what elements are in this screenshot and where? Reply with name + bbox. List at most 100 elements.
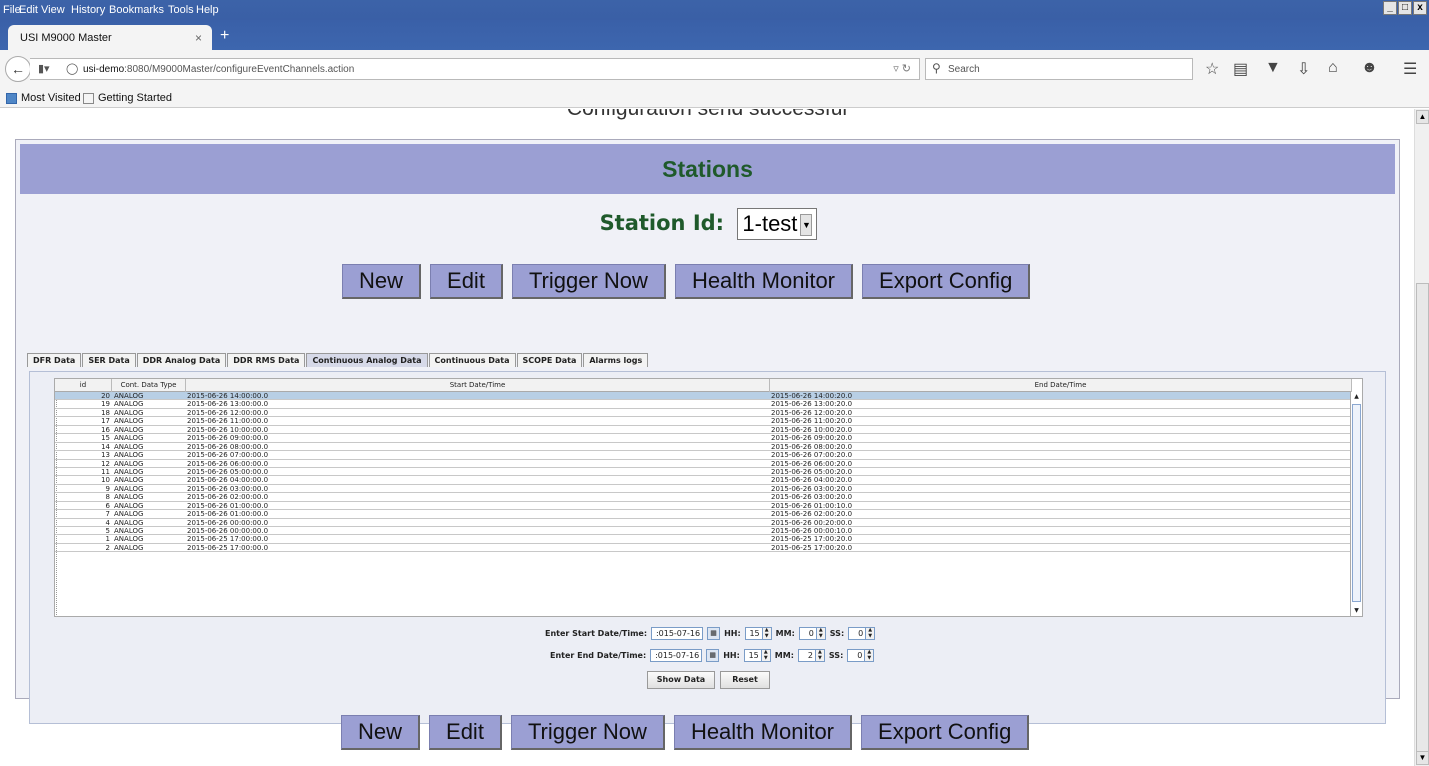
scroll-thumb[interactable] [1416, 283, 1429, 753]
edit-button[interactable]: Edit [430, 264, 503, 299]
spinner-icon[interactable]: ▲ ▼ [814, 649, 825, 662]
table-row[interactable]: 6 ANALOG 2015-06-26 01:00:00.0 2015-06-26 0… [55, 502, 1352, 511]
health-monitor-button[interactable]: Health Monitor [674, 264, 854, 299]
column-header-type[interactable]: Cont. Data Type [112, 379, 186, 392]
minimize-button[interactable]: _ [1383, 1, 1397, 15]
station-id-select[interactable]: 1-test ▼ [737, 208, 818, 240]
table-row[interactable]: 16 ANALOG 2015-06-26 10:00:00.0 2015-06-26 … [55, 426, 1352, 435]
column-header-start[interactable]: Start Date/Time [186, 379, 770, 392]
spinner-icon[interactable]: ▲ ▼ [864, 649, 875, 662]
table-header: id Cont. Data Type Start Date/Time End D… [55, 379, 1352, 392]
home-icon[interactable]: ⌂ [1328, 59, 1338, 77]
url-bar[interactable]: ▮▾ ◯ usi-demo:8080/M9000Master/configure… [30, 58, 920, 80]
search-box[interactable]: ⚲ Search [925, 58, 1193, 80]
table-row[interactable]: 18 ANALOG 2015-06-26 12:00:00.0 2015-06-26 … [55, 409, 1352, 418]
tab-ddr-rms-data[interactable]: DDR RMS Data [227, 353, 306, 367]
table-row[interactable]: 4 ANALOG 2015-06-26 00:00:00.0 2015-06-26 0… [55, 519, 1352, 527]
end-ss-input[interactable]: 0 [847, 649, 866, 662]
table-row[interactable]: 10 ANALOG 2015-06-26 04:00:00.0 2015-06-26 … [55, 476, 1352, 485]
export-config-button[interactable]: Export Config [862, 264, 1031, 299]
table-row[interactable]: 5 ANALOG 2015-06-26 00:00:00.0 2015-06-26 0… [55, 527, 1352, 536]
stations-panel: Stations Station Id: 1-test ▼ New Edit Tr… [15, 139, 1400, 724]
start-hh-input[interactable]: 15 [744, 627, 763, 640]
menu-bookmarks[interactable]: Bookmarks [109, 4, 164, 16]
table-row[interactable]: 7 ANALOG 2015-06-26 01:00:00.0 2015-06-26 0… [55, 510, 1352, 519]
globe-icon[interactable]: ◯ [66, 62, 78, 75]
start-mm-input[interactable]: 0 [798, 627, 817, 640]
reader-icon[interactable]: ▮▾ [38, 62, 50, 75]
table-row[interactable]: 12 ANALOG 2015-06-26 06:00:00.0 2015-06-26 … [55, 460, 1352, 468]
reload-icon[interactable]: ▿ ↻ [893, 62, 911, 75]
table-row[interactable]: 11 ANALOG 2015-06-26 05:00:00.0 2015-06-26 … [55, 468, 1352, 477]
tab-alarms-logs[interactable]: Alarms logs [583, 353, 649, 367]
table-row[interactable]: 20 ANALOG 2015-06-26 14:00:00.0 2015-06-26 … [55, 392, 1352, 401]
new-tab-button[interactable]: + [220, 28, 229, 44]
table-row[interactable]: 14 ANALOG 2015-06-26 08:00:00.0 2015-06-26 … [55, 443, 1352, 452]
health-monitor-button[interactable]: Health Monitor [673, 715, 853, 750]
new-button[interactable]: New [341, 715, 421, 750]
table-row[interactable]: 17 ANALOG 2015-06-26 11:00:00.0 2015-06-26 … [55, 417, 1352, 426]
tab-close-icon[interactable]: × [195, 31, 202, 45]
download-icon[interactable]: ⇩ [1297, 59, 1310, 79]
table-scrollbar[interactable]: ▲ ▼ [1350, 392, 1362, 616]
spinner-icon[interactable]: ▲ ▼ [815, 627, 826, 640]
scroll-up-icon[interactable]: ▲ [1416, 110, 1429, 124]
tab-dfr-data[interactable]: DFR Data [27, 353, 82, 367]
show-data-button[interactable]: Show Data [647, 671, 715, 689]
close-window-button[interactable]: x [1413, 1, 1427, 15]
column-header-end[interactable]: End Date/Time [770, 379, 1352, 392]
tab-continuous-analog-data[interactable]: Continuous Analog Data [306, 353, 428, 367]
table-row[interactable]: 2 ANALOG 2015-06-25 17:00:00.0 2015-06-25 1… [55, 544, 1352, 553]
trigger-now-button[interactable]: Trigger Now [511, 264, 666, 299]
bookmark-most-visited[interactable]: Most Visited [6, 92, 81, 104]
station-id-value: 1-test [742, 211, 798, 236]
export-config-button[interactable]: Export Config [861, 715, 1030, 750]
back-button[interactable]: ← [5, 56, 31, 82]
end-ss-label: SS: [828, 651, 844, 660]
menu-edit[interactable]: Edit [19, 4, 38, 16]
new-button[interactable]: New [342, 264, 422, 299]
calendar-icon[interactable]: ▦ [707, 627, 721, 640]
table-row[interactable]: 13 ANALOG 2015-06-26 07:00:00.0 2015-06-26 … [55, 451, 1352, 460]
pocket-icon[interactable]: ▼ [1265, 59, 1281, 77]
table-row[interactable]: 19 ANALOG 2015-06-26 13:00:00.0 2015-06-26 … [55, 400, 1352, 409]
menu-history[interactable]: History [71, 4, 105, 16]
edit-button[interactable]: Edit [429, 715, 502, 750]
trigger-now-button[interactable]: Trigger Now [510, 715, 665, 750]
hamburger-menu-icon[interactable]: ☰ [1403, 59, 1417, 79]
tab-scope-data[interactable]: SCOPE Data [516, 353, 583, 367]
table-row[interactable]: 1 ANALOG 2015-06-25 17:00:00.0 2015-06-25 1… [55, 535, 1352, 544]
tab-content-panel: id Cont. Data Type Start Date/Time End D… [29, 371, 1386, 724]
table-row[interactable]: 9 ANALOG 2015-06-26 03:00:00.0 2015-06-26 0… [55, 485, 1352, 494]
reset-button[interactable]: Reset [720, 671, 770, 689]
spinner-icon[interactable]: ▲ ▼ [760, 649, 771, 662]
tab-continuous-data[interactable]: Continuous Data [428, 353, 516, 367]
browser-tab[interactable]: USI M9000 Master × [8, 25, 212, 50]
spinner-icon[interactable]: ▲ ▼ [761, 627, 772, 640]
tab-ddr-analog-data[interactable]: DDR Analog Data [136, 353, 227, 367]
scroll-down-icon[interactable]: ▼ [1352, 606, 1361, 616]
bookmark-getting-started[interactable]: Getting Started [83, 92, 172, 104]
bookmarks-list-icon[interactable]: ▤ [1233, 59, 1248, 79]
end-date-input[interactable]: :015-07-16 [650, 649, 703, 662]
scroll-up-icon[interactable]: ▲ [1352, 392, 1361, 402]
calendar-icon[interactable]: ▦ [706, 649, 720, 662]
chat-icon[interactable]: ☻ [1361, 59, 1378, 77]
scroll-down-icon[interactable]: ▼ [1416, 751, 1429, 765]
page-scrollbar[interactable]: ▲ ▼ [1414, 109, 1429, 766]
bookmark-star-icon[interactable]: ☆ [1205, 59, 1219, 79]
end-mm-input[interactable]: 2 [797, 649, 816, 662]
tab-ser-data[interactable]: SER Data [82, 353, 136, 367]
menu-view[interactable]: View [41, 4, 65, 16]
table-row[interactable]: 8 ANALOG 2015-06-26 02:00:00.0 2015-06-26 0… [55, 493, 1352, 502]
spinner-icon[interactable]: ▲ ▼ [865, 627, 876, 640]
maximize-button[interactable]: □ [1398, 1, 1412, 15]
scroll-thumb[interactable] [1352, 404, 1361, 602]
start-date-input[interactable]: :015-07-16 [651, 627, 704, 640]
start-ss-input[interactable]: 0 [848, 627, 867, 640]
end-hh-input[interactable]: 15 [743, 649, 762, 662]
column-header-id[interactable]: id [55, 379, 112, 392]
menu-help[interactable]: Help [196, 4, 219, 16]
table-row[interactable]: 15 ANALOG 2015-06-26 09:00:00.0 2015-06-26 … [55, 434, 1352, 443]
menu-tools[interactable]: Tools [168, 4, 194, 16]
